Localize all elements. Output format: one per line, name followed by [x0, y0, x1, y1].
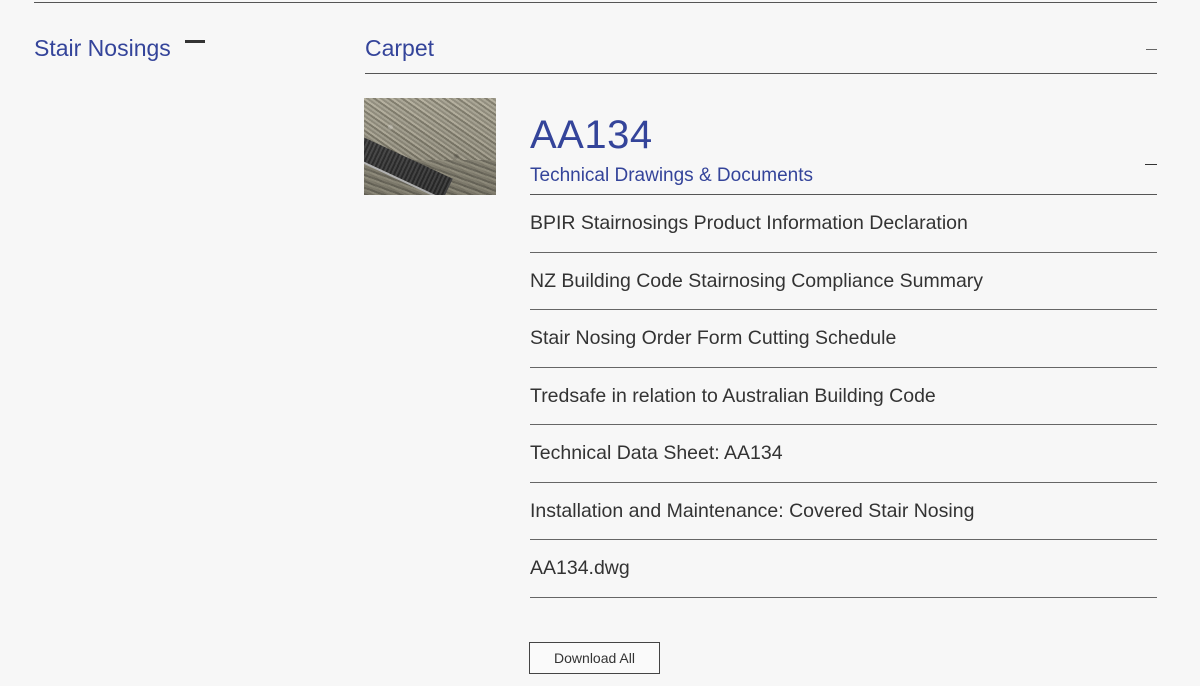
page: Stair Nosings Carpet AA134 Technical Dra…: [0, 0, 1200, 686]
document-link[interactable]: AA134.dwg: [530, 540, 1157, 598]
minus-icon[interactable]: [1146, 49, 1157, 50]
minus-icon[interactable]: [1145, 164, 1157, 165]
document-list: BPIR Stairnosings Product Information De…: [530, 195, 1157, 598]
document-link[interactable]: BPIR Stairnosings Product Information De…: [530, 195, 1157, 253]
document-link[interactable]: Installation and Maintenance: Covered St…: [530, 483, 1157, 540]
document-link[interactable]: NZ Building Code Stairnosing Compliance …: [530, 253, 1157, 310]
product-name: AA134: [530, 113, 653, 157]
subcategory-header-carpet[interactable]: Carpet: [365, 32, 1157, 74]
product-subtitle: Technical Drawings & Documents: [530, 165, 814, 186]
subcategory-title[interactable]: Carpet: [365, 33, 434, 63]
top-divider: [34, 2, 1157, 3]
category-stair-nosings[interactable]: Stair Nosings: [34, 33, 205, 63]
download-all-button[interactable]: Download All: [529, 642, 660, 674]
category-title[interactable]: Stair Nosings: [34, 33, 171, 63]
document-link[interactable]: Tredsafe in relation to Australian Build…: [530, 368, 1157, 425]
product-thumbnail-image: [364, 98, 496, 195]
minus-icon[interactable]: [184, 40, 205, 43]
document-link[interactable]: Technical Data Sheet: AA134: [530, 425, 1157, 483]
document-link[interactable]: Stair Nosing Order Form Cutting Schedule: [530, 310, 1157, 368]
thumbnail-shade: [364, 98, 496, 195]
